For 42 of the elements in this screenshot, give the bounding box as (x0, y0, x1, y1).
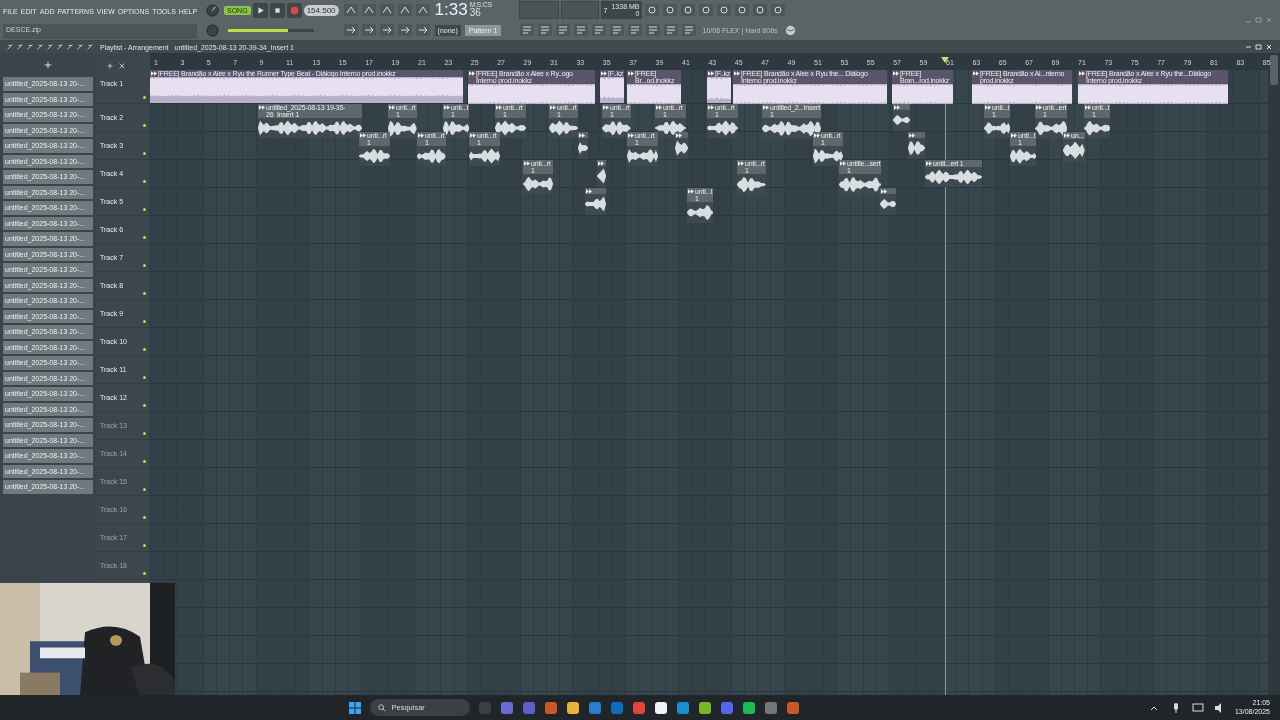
time-centiseconds: 36 (469, 8, 482, 19)
audio-clip[interactable] (675, 132, 688, 159)
clip-menu-icon[interactable] (708, 105, 714, 110)
audio-clip[interactable] (908, 132, 925, 159)
app-icon[interactable] (698, 700, 713, 715)
close-icon[interactable] (118, 62, 126, 70)
scrollbar-thumb[interactable] (1270, 55, 1278, 85)
song-time: 1:33 (434, 0, 468, 20)
clip-menu-icon[interactable] (814, 133, 820, 138)
clip-menu-icon[interactable] (470, 133, 476, 138)
globe-icon[interactable] (783, 23, 797, 37)
clip-menu-icon[interactable] (360, 133, 366, 138)
app-icon[interactable] (742, 700, 757, 715)
stop-icon[interactable] (269, 2, 285, 18)
tempo-display[interactable]: 154.500 (303, 4, 339, 16)
play-icon[interactable] (252, 2, 268, 18)
clip-menu-icon[interactable] (688, 189, 694, 194)
window-controls-icon[interactable] (1244, 43, 1274, 51)
clip-menu-icon[interactable] (840, 161, 846, 166)
audio-clip[interactable] (893, 104, 910, 131)
clip-menu-icon[interactable] (524, 161, 530, 166)
add-icon[interactable] (106, 62, 114, 70)
clip-menu-icon[interactable] (389, 105, 395, 110)
windows-start-icon[interactable] (348, 700, 363, 715)
clip-menu-icon[interactable] (444, 105, 450, 110)
knob-icon[interactable] (205, 3, 219, 17)
app-icon[interactable] (566, 700, 581, 715)
audio-clip[interactable] (597, 160, 606, 187)
audio-clip[interactable] (585, 188, 606, 215)
audio-clip[interactable] (880, 188, 896, 215)
audio-clip[interactable] (578, 132, 588, 159)
clip-menu-icon[interactable] (603, 105, 609, 110)
app-icon[interactable] (654, 700, 669, 715)
clip-menu-icon[interactable] (1011, 133, 1017, 138)
clip-menu-icon[interactable] (418, 133, 424, 138)
clip-menu-icon[interactable] (259, 105, 265, 110)
monitor-icon[interactable] (1190, 700, 1205, 715)
master-volume-slider[interactable] (228, 28, 314, 32)
move-icon[interactable] (44, 61, 52, 69)
search-icon (378, 703, 387, 712)
clip-menu-icon[interactable] (738, 161, 744, 166)
clip-menu-icon[interactable] (628, 133, 634, 138)
